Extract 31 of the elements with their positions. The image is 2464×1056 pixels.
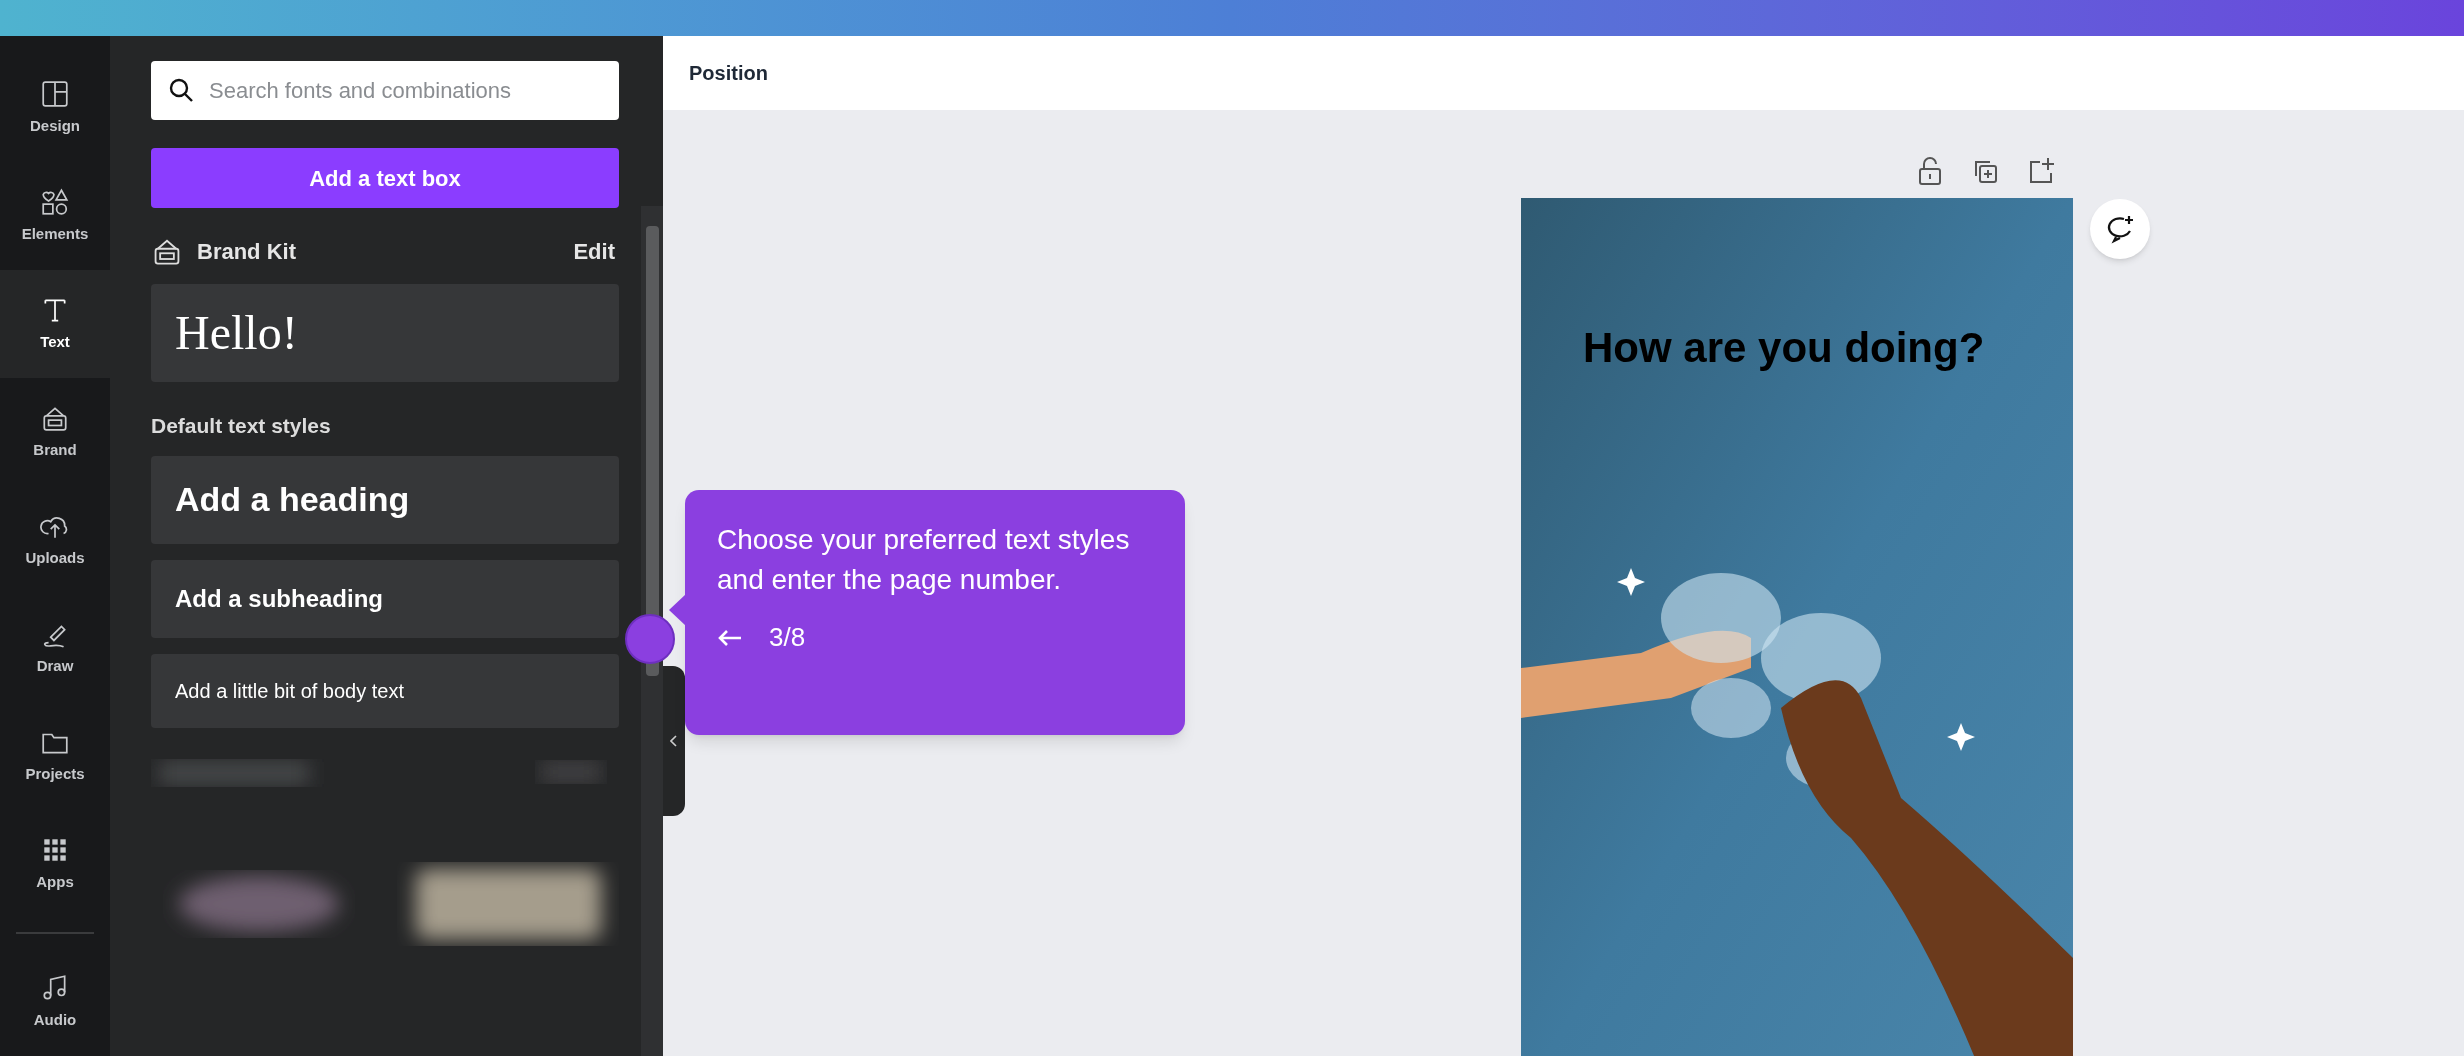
edit-link[interactable]: Edit <box>573 234 615 268</box>
rail-tab[interactable]: Text <box>0 270 110 378</box>
add-text-box-button[interactable]: Add a text box <box>151 148 619 208</box>
position-button[interactable]: Position <box>689 58 768 88</box>
section-title: Default text styles <box>151 413 332 439</box>
back-arrow-icon[interactable] <box>717 627 743 648</box>
body-text-style-button[interactable]: Add a little bit of body text <box>151 653 619 728</box>
layout-icon <box>40 78 70 109</box>
collapse-handle[interactable] <box>663 666 685 816</box>
heading-style-button[interactable]: Add a heading <box>151 455 619 544</box>
rail-tab[interactable]: Audio <box>0 947 110 1056</box>
add-comment-button[interactable] <box>2090 199 2150 259</box>
rail-tab[interactable]: Uploads <box>0 486 110 594</box>
rail-tab[interactable]: Brand <box>0 378 110 486</box>
rail-tab[interactable]: Elements <box>0 162 110 270</box>
subheading-style-button[interactable]: Add a subheading <box>151 559 619 638</box>
rail-tab[interactable]: Projects <box>0 702 110 810</box>
rail-tab[interactable]: Apps <box>0 810 110 918</box>
search-icon <box>167 76 195 104</box>
rail-tab[interactable]: Design <box>0 54 110 162</box>
canvas-headline[interactable]: How are you doing? <box>1583 316 1985 379</box>
chevron-left-icon <box>670 735 678 747</box>
tooltip-text: Choose your preferred text styles and enter the page number. <box>717 523 1131 597</box>
brand-kit-title: Brand Kit <box>197 237 296 266</box>
rail-tab[interactable]: Draw <box>0 594 110 702</box>
scrollbar[interactable] <box>641 206 663 1056</box>
brand-font-sample[interactable]: Hello! <box>151 284 619 382</box>
unlock-icon[interactable] <box>1916 156 1944 186</box>
search-field[interactable]: Search fonts and combinations <box>151 61 619 120</box>
step-counter: 3/8 <box>769 621 806 654</box>
shapes-icon <box>40 186 70 217</box>
